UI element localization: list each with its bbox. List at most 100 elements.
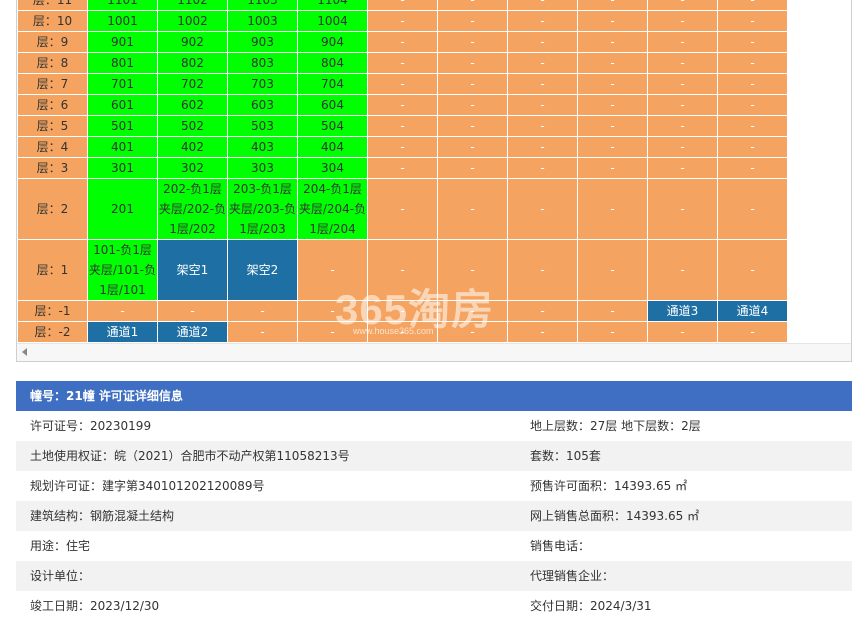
info-left-field: 许可证号：20230199: [30, 419, 152, 433]
floor-row: 层：6 601 602 603 604- - - - - -: [17, 94, 788, 116]
empty-unit-cell: -: [297, 239, 368, 301]
floor-label: 层：4: [17, 136, 88, 158]
unit-cell[interactable]: 304: [297, 157, 368, 179]
empty-unit-cell: -: [367, 73, 438, 95]
empty-unit-cell: -: [437, 178, 508, 240]
unit-cell[interactable]: 903: [227, 31, 298, 53]
unit-cell[interactable]: 通道1: [87, 321, 158, 343]
panel-title: 幢号：21幢 许可证详细信息: [16, 381, 852, 411]
empty-unit-cell: -: [437, 52, 508, 74]
unit-cell[interactable]: 1002: [157, 10, 228, 32]
floor-row: 层：-2 通道1 通道2- - - - - - - -: [17, 321, 788, 343]
empty-unit-cell: -: [367, 31, 438, 53]
unit-cell[interactable]: 904: [297, 31, 368, 53]
unit-cell[interactable]: 902: [157, 31, 228, 53]
empty-unit-cell: -: [507, 321, 578, 343]
unit-cell[interactable]: 704: [297, 73, 368, 95]
unit-cell[interactable]: 602: [157, 94, 228, 116]
unit-cell[interactable]: 901: [87, 31, 158, 53]
empty-unit-cell: -: [507, 0, 578, 11]
floor-row: 层：4 401 402 403 404- - - - - -: [17, 136, 788, 158]
unit-cell[interactable]: 通道2: [157, 321, 228, 343]
unit-cell[interactable]: 201: [87, 178, 158, 240]
scroll-left-icon[interactable]: [22, 348, 27, 356]
unit-cell[interactable]: 301: [87, 157, 158, 179]
unit-cell[interactable]: 502: [157, 115, 228, 137]
floor-label: 层：11: [17, 0, 88, 11]
permit-info-row: 许可证号：20230199 地上层数：27层 地下层数：2层: [16, 411, 852, 441]
empty-unit-cell: -: [367, 300, 438, 322]
unit-cell[interactable]: 401: [87, 136, 158, 158]
empty-unit-cell: -: [507, 115, 578, 137]
floor-label: 层：9: [17, 31, 88, 53]
unit-cell[interactable]: 403: [227, 136, 298, 158]
empty-unit-cell: -: [647, 178, 718, 240]
unit-cell[interactable]: 604: [297, 94, 368, 116]
unit-cell[interactable]: 架空1: [157, 239, 228, 301]
info-left-field: 建筑结构：钢筋混凝土结构: [30, 509, 175, 523]
unit-cell[interactable]: 703: [227, 73, 298, 95]
empty-unit-cell: -: [717, 157, 788, 179]
empty-unit-cell: -: [437, 0, 508, 11]
floor-label: 层：-2: [17, 321, 88, 343]
unit-cell[interactable]: 501: [87, 115, 158, 137]
unit-cell[interactable]: 701: [87, 73, 158, 95]
empty-unit-cell: -: [577, 178, 648, 240]
unit-cell[interactable]: 402: [157, 136, 228, 158]
unit-cell[interactable]: 302: [157, 157, 228, 179]
unit-cell[interactable]: 203-负1层夹层/203-负1层/203: [227, 178, 298, 240]
unit-cell[interactable]: 802: [157, 52, 228, 74]
empty-unit-cell: -: [647, 239, 718, 301]
empty-unit-cell: -: [507, 31, 578, 53]
empty-unit-cell: -: [647, 136, 718, 158]
unit-cell[interactable]: 架空2: [227, 239, 298, 301]
unit-cell[interactable]: 503: [227, 115, 298, 137]
floor-label: 层：-1: [17, 300, 88, 322]
permit-info-row: 用途：住宅 销售电话：: [16, 531, 852, 561]
empty-unit-cell: -: [577, 94, 648, 116]
unit-cell[interactable]: 803: [227, 52, 298, 74]
empty-unit-cell: -: [647, 94, 718, 116]
unit-cell[interactable]: 1004: [297, 10, 368, 32]
unit-cell[interactable]: 804: [297, 52, 368, 74]
empty-unit-cell: -: [367, 157, 438, 179]
empty-unit-cell: -: [297, 321, 368, 343]
empty-unit-cell: -: [507, 94, 578, 116]
floor-label: 层：1: [17, 239, 88, 301]
empty-unit-cell: -: [577, 300, 648, 322]
empty-unit-cell: -: [577, 157, 648, 179]
unit-cell[interactable]: 202-负1层夹层/202-负1层/202: [157, 178, 228, 240]
unit-cell[interactable]: 603: [227, 94, 298, 116]
floor-label: 层：6: [17, 94, 88, 116]
unit-cell[interactable]: 1101: [87, 0, 158, 11]
unit-cell[interactable]: 通道3: [647, 300, 718, 322]
empty-unit-cell: -: [507, 300, 578, 322]
empty-unit-cell: -: [507, 52, 578, 74]
empty-unit-cell: -: [227, 300, 298, 322]
permit-info-row: 竣工日期：2023/12/30 交付日期：2024/3/31: [16, 591, 852, 617]
unit-cell[interactable]: 404: [297, 136, 368, 158]
unit-cell[interactable]: 702: [157, 73, 228, 95]
info-right-field: 网上销售总面积：14393.65 ㎡: [530, 509, 700, 523]
empty-unit-cell: -: [647, 52, 718, 74]
empty-unit-cell: -: [437, 321, 508, 343]
empty-unit-cell: -: [717, 239, 788, 301]
info-left-field: 土地使用权证：皖（2021）合肥市不动产权第11058213号: [30, 449, 350, 463]
empty-unit-cell: -: [507, 10, 578, 32]
unit-cell[interactable]: 1003: [227, 10, 298, 32]
unit-cell[interactable]: 1102: [157, 0, 228, 11]
unit-cell[interactable]: 1001: [87, 10, 158, 32]
unit-cell[interactable]: 101-负1层夹层/101-负1层/101: [87, 239, 158, 301]
unit-cell[interactable]: 1103: [227, 0, 298, 11]
horizontal-scrollbar[interactable]: [17, 343, 851, 361]
unit-cell[interactable]: 204-负1层夹层/204-负1层/204: [297, 178, 368, 240]
unit-cell[interactable]: 通道4: [717, 300, 788, 322]
info-right-field: 套数：105套: [530, 449, 601, 463]
unit-cell[interactable]: 801: [87, 52, 158, 74]
unit-cell[interactable]: 504: [297, 115, 368, 137]
empty-unit-cell: -: [437, 115, 508, 137]
unit-cell[interactable]: 1104: [297, 0, 368, 11]
floor-row: 层：5 501 502 503 504- - - - - -: [17, 115, 788, 137]
unit-cell[interactable]: 601: [87, 94, 158, 116]
unit-cell[interactable]: 303: [227, 157, 298, 179]
